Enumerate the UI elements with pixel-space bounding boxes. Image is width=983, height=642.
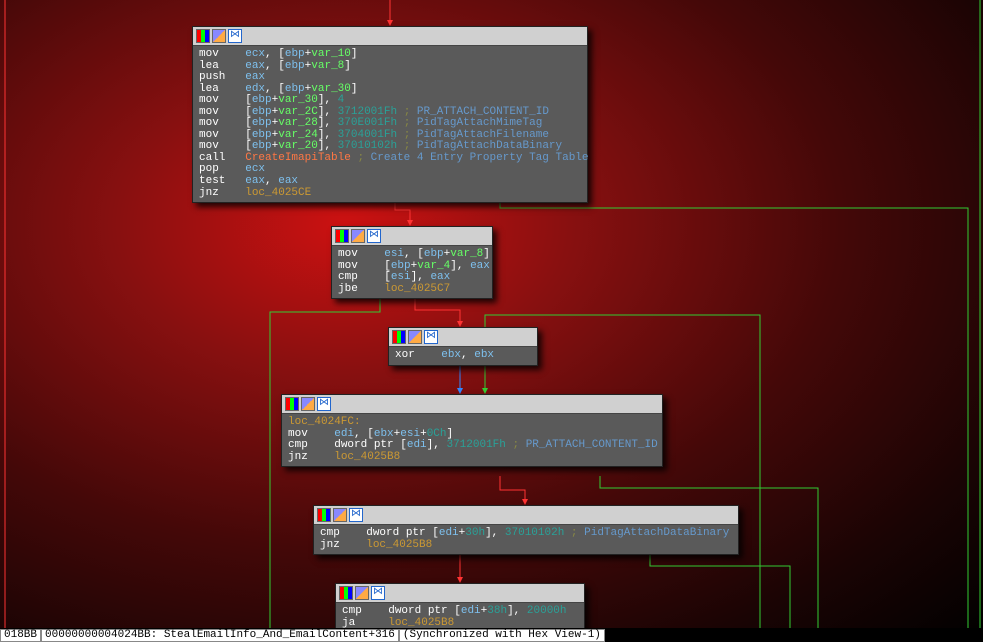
- graph-icon[interactable]: [228, 29, 242, 43]
- node-body: mov esi, [ebp+var_8] mov [ebp+var_4], ea…: [332, 246, 492, 298]
- node-titlebar: [336, 584, 584, 603]
- status-offset: 018BB: [0, 629, 41, 642]
- graph-node-5[interactable]: cmp dword ptr [edi+30h], 37010102h ; Pid…: [313, 505, 739, 555]
- graph-node-6[interactable]: cmp dword ptr [edi+38h], 20000h ja loc_4…: [335, 583, 585, 633]
- node-titlebar: [193, 27, 587, 46]
- graph-icon[interactable]: [424, 330, 438, 344]
- color-icon[interactable]: [392, 330, 406, 344]
- graph-icon[interactable]: [349, 508, 363, 522]
- node-body: xor ebx, ebx: [389, 347, 537, 365]
- graph-node-4[interactable]: loc_4024FC: mov edi, [ebx+esi+0Ch] cmp d…: [281, 394, 663, 467]
- edit-icon[interactable]: [212, 29, 226, 43]
- graph-node-2[interactable]: mov esi, [ebp+var_8] mov [ebp+var_4], ea…: [331, 226, 493, 299]
- node-titlebar: [389, 328, 537, 347]
- graph-icon[interactable]: [317, 397, 331, 411]
- node-body: cmp dword ptr [edi+30h], 37010102h ; Pid…: [314, 525, 738, 554]
- node-body: mov ecx, [ebp+var_10] lea eax, [ebp+var_…: [193, 46, 587, 202]
- graph-node-3[interactable]: xor ebx, ebx: [388, 327, 538, 366]
- color-icon[interactable]: [335, 229, 349, 243]
- edit-icon[interactable]: [301, 397, 315, 411]
- color-icon[interactable]: [339, 586, 353, 600]
- edit-icon[interactable]: [351, 229, 365, 243]
- edit-icon[interactable]: [333, 508, 347, 522]
- node-titlebar: [314, 506, 738, 525]
- node-body: loc_4024FC: mov edi, [ebx+esi+0Ch] cmp d…: [282, 414, 662, 466]
- node-titlebar: [282, 395, 662, 414]
- color-icon[interactable]: [196, 29, 210, 43]
- graph-icon[interactable]: [371, 586, 385, 600]
- color-icon[interactable]: [317, 508, 331, 522]
- graph-node-1[interactable]: mov ecx, [ebp+var_10] lea eax, [ebp+var_…: [192, 26, 588, 203]
- graph-icon[interactable]: [367, 229, 381, 243]
- status-function: 00000000004024BB: StealEmailInfo_And_Ema…: [41, 629, 399, 642]
- status-bar: 018BB 00000000004024BB: StealEmailInfo_A…: [0, 628, 983, 642]
- node-titlebar: [332, 227, 492, 246]
- color-icon[interactable]: [285, 397, 299, 411]
- edit-icon[interactable]: [408, 330, 422, 344]
- edit-icon[interactable]: [355, 586, 369, 600]
- status-sync: (Synchronized with Hex View-1): [399, 629, 605, 642]
